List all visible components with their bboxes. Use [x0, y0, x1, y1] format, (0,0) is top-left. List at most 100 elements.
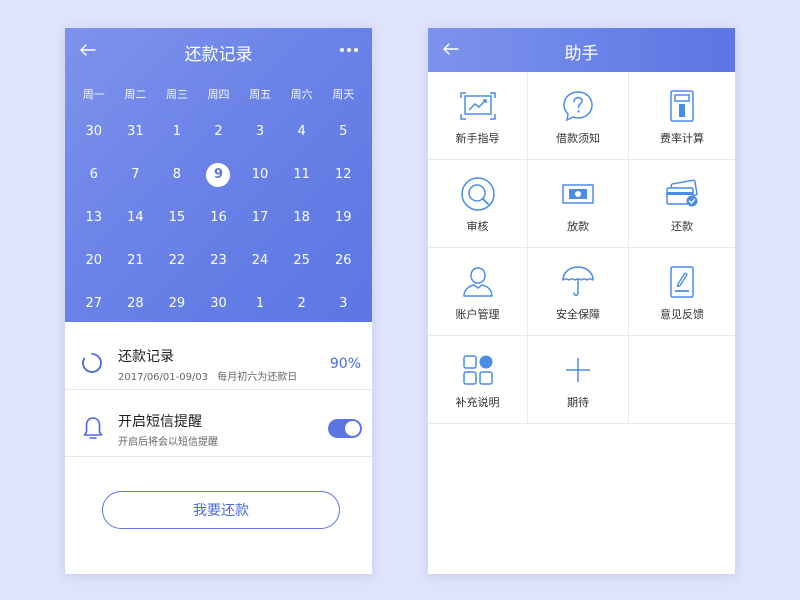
calendar-day-number: 13 — [85, 210, 103, 225]
calendar-day[interactable]: 28 — [115, 282, 157, 325]
sms-title: 开启短信提醒 — [118, 414, 202, 430]
grid-item-label: 安全保障 — [556, 308, 600, 321]
grid-item-label: 期待 — [567, 396, 589, 409]
grid-item-supplement[interactable]: 补充说明 — [428, 336, 528, 424]
grid-item-label: 费率计算 — [660, 132, 704, 145]
calendar-day-number: 22 — [168, 253, 186, 268]
calendar-day[interactable]: 2 — [198, 110, 240, 153]
calendar-day[interactable]: 16 — [198, 196, 240, 239]
grid-item-rate-calc[interactable]: 费率计算 — [629, 72, 735, 160]
calendar-day[interactable]: 8 — [156, 153, 198, 196]
record-note: 每月初六为还款日 — [217, 372, 298, 383]
calendar-day-number: 2 — [214, 124, 223, 139]
calendar-day[interactable]: 5 — [322, 110, 364, 153]
calendar-day[interactable]: 12 — [322, 153, 364, 196]
calendar-day[interactable]: 3 — [239, 110, 281, 153]
calendar-day-number: 24 — [251, 253, 269, 268]
calendar-day-number: 12 — [334, 167, 352, 182]
repayment-record-row[interactable]: 还款记录 2017/06/01-09/03 每月初六为还款日 90% — [65, 338, 372, 390]
calendar-day-number: 1 — [172, 124, 182, 139]
sms-toggle[interactable] — [328, 419, 362, 438]
calendar-day[interactable]: 1 — [239, 282, 281, 325]
user-icon — [462, 267, 493, 297]
calendar-day[interactable]: 1 — [156, 110, 198, 153]
calendar-day[interactable]: 20 — [73, 239, 115, 282]
calendar-day[interactable]: 13 — [73, 196, 115, 239]
grid-item-repay[interactable]: 还款 — [629, 160, 735, 248]
grid-item-label: 审核 — [466, 220, 489, 233]
calendar-day[interactable]: 19 — [322, 196, 364, 239]
calendar-day-number: 14 — [127, 210, 144, 225]
calendar-day[interactable]: 23 — [198, 239, 240, 282]
calendar-day[interactable]: 4 — [281, 110, 323, 153]
grid-item-loan-notice[interactable]: 借款须知 — [528, 72, 629, 160]
calendar-day[interactable]: 10 — [239, 153, 281, 196]
weekday-label: 周三 — [165, 88, 188, 101]
more-dot-icon — [354, 48, 358, 52]
calendar-day[interactable]: 30 — [73, 110, 115, 153]
grid-item-feedback[interactable]: 意见反馈 — [629, 248, 735, 336]
grid-item-guide[interactable]: 新手指导 — [428, 72, 528, 160]
sms-subtitle: 开启后将会以短信提醒 — [118, 437, 218, 448]
calendar-day-number: 18 — [293, 210, 310, 225]
grid-item-expect[interactable]: 期待 — [528, 336, 629, 424]
calendar-day[interactable]: 30 — [198, 282, 240, 325]
calendar-day[interactable]: 29 — [156, 282, 198, 325]
grid-item-disburse[interactable]: 放款 — [528, 160, 629, 248]
calendar-day-number: 21 — [127, 253, 144, 268]
calendar-day[interactable]: 26 — [322, 239, 364, 282]
calendar-day[interactable]: 2 — [281, 282, 323, 325]
calendar-day-number: 27 — [85, 296, 103, 311]
calendar-day-number: 4 — [297, 124, 306, 139]
calendar-day-number: 3 — [339, 296, 348, 311]
page-title: 助手 — [564, 44, 599, 64]
calendar-header: 还款记录 周一 周二 周三 周四 周五 周六 周天 30 31 1 2 3 4 5 6 7 8 9 1… — [65, 28, 372, 322]
umbrella-icon — [562, 266, 594, 296]
more-button[interactable] — [334, 38, 364, 62]
calendar-day-number: 20 — [85, 253, 103, 268]
calendar-day[interactable]: 14 — [115, 196, 157, 239]
assistant-header: 助手 — [428, 28, 735, 72]
page-title: 还款记录 — [184, 45, 253, 65]
blocks-icon — [462, 355, 493, 385]
calendar-day-number: 26 — [334, 253, 352, 268]
repay-now-button[interactable]: 我要还款 — [102, 491, 340, 529]
calendar-day-number: 30 — [85, 124, 103, 139]
more-dot-icon — [347, 48, 351, 52]
calendar-day-number: 11 — [293, 167, 310, 182]
search-circle-icon — [460, 177, 495, 211]
grid-item-account[interactable]: 账户管理 — [428, 248, 528, 336]
grid-item-label: 新手指导 — [455, 132, 500, 145]
calendar-day[interactable]: 22 — [156, 239, 198, 282]
calendar-day[interactable]: 25 — [281, 239, 323, 282]
toggle-knob — [345, 421, 360, 436]
calendar-day[interactable]: 27 — [73, 282, 115, 325]
calendar-day-number: 3 — [255, 124, 265, 139]
calendar-day[interactable]: 15 — [156, 196, 198, 239]
calendar-day[interactable]: 31 — [115, 110, 157, 153]
calendar-day-number: 2 — [297, 296, 306, 311]
weekday-label: 周二 — [124, 88, 147, 101]
calendar-day-number: 17 — [251, 210, 269, 225]
record-percent: 90% — [329, 356, 361, 372]
calendar-day[interactable]: 24 — [239, 239, 281, 282]
grid-item-review[interactable]: 审核 — [428, 160, 528, 248]
calendar-day-selected[interactable]: 9 — [198, 153, 240, 196]
calendar-day[interactable]: 17 — [239, 196, 281, 239]
grid-item-security[interactable]: 安全保障 — [528, 248, 629, 336]
weekday-label: 周六 — [290, 88, 313, 101]
calendar-days: 30 31 1 2 3 4 5 6 7 8 9 10 11 12 13 14 15 16 17 18 19 20 21 22 2… — [73, 110, 364, 325]
grid-item-label: 账户管理 — [455, 308, 500, 321]
calendar-day[interactable]: 11 — [281, 153, 323, 196]
calendar-day-number: 9 — [206, 162, 231, 187]
calendar-day[interactable]: 7 — [115, 153, 157, 196]
calendar-day-number: 6 — [89, 167, 98, 182]
record-date-range: 2017/06/01-09/03 — [118, 372, 209, 383]
calendar-day[interactable]: 21 — [115, 239, 157, 282]
grid-item-label: 意见反馈 — [660, 308, 704, 321]
weekday-label: 周天 — [332, 88, 355, 101]
calendar-day[interactable]: 3 — [322, 282, 364, 325]
calendar-day[interactable]: 6 — [73, 153, 115, 196]
calendar-day[interactable]: 18 — [281, 196, 323, 239]
calendar-day-number: 5 — [339, 124, 348, 139]
